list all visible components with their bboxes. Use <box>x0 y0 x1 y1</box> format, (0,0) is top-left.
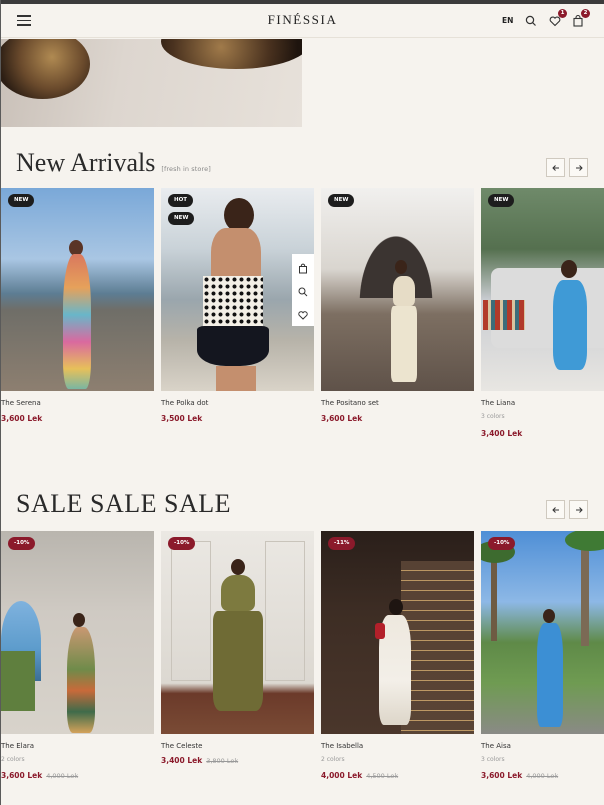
product-tag: HOT <box>168 194 194 207</box>
product-colors: 2 colors <box>1 756 25 763</box>
original-price: 3,800 Lek <box>206 757 239 765</box>
product-name[interactable]: The Liana <box>481 399 515 407</box>
product-tag: NEW <box>488 194 515 207</box>
zoom-icon[interactable] <box>297 283 309 297</box>
quick-actions <box>292 254 314 326</box>
product-card[interactable]: HOT NEW The Polka dot 3,500 Lek <box>161 188 314 423</box>
arrow-left-icon <box>552 507 559 513</box>
wishlist-count-badge: 1 <box>558 9 567 18</box>
sale-heading: SALE SALE SALE <box>16 489 231 518</box>
discount-tag: -10% <box>168 537 196 550</box>
product-tag: NEW <box>328 194 355 207</box>
discount-tag: -10% <box>488 537 516 550</box>
new-arrivals-next-button[interactable] <box>569 158 588 177</box>
product-card[interactable]: NEW The Liana 3 colors 3,400 Lek <box>481 188 604 438</box>
product-name[interactable]: The Positano set <box>321 399 379 407</box>
product-tag: NEW <box>168 212 195 225</box>
language-selector[interactable]: EN <box>502 16 513 25</box>
product-name[interactable]: The Aisa <box>481 742 511 750</box>
sale-next-button[interactable] <box>569 500 588 519</box>
product-price: 3,400 Lek 3,800 Lek <box>161 756 238 765</box>
site-header: FINÉSSIA EN 1 2 <box>1 4 604 38</box>
product-image[interactable]: NEW <box>1 188 154 391</box>
original-price: 4,000 Lek <box>526 772 559 780</box>
product-price: 3,500 Lek <box>161 414 203 423</box>
arrow-right-icon <box>576 165 583 171</box>
product-name[interactable]: The Isabella <box>321 742 363 750</box>
product-price: 3,400 Lek <box>481 429 523 438</box>
sale-prev-button[interactable] <box>546 500 565 519</box>
original-price: 4,500 Lek <box>366 772 399 780</box>
product-card[interactable]: NEW The Serena 3,600 Lek <box>1 188 154 423</box>
product-image[interactable]: -10% <box>161 531 314 734</box>
site-logo[interactable]: FINÉSSIA <box>1 12 604 28</box>
product-image[interactable]: HOT NEW <box>161 188 314 391</box>
product-price: 4,000 Lek 4,500 Lek <box>321 771 398 780</box>
product-image[interactable]: NEW <box>321 188 474 391</box>
product-colors: 3 colors <box>481 756 505 763</box>
product-card[interactable]: -11% The Isabella 2 colors 4,000 Lek 4,50… <box>321 531 474 780</box>
current-price: 4,000 Lek <box>321 771 363 780</box>
product-image[interactable]: -11% <box>321 531 474 734</box>
product-name[interactable]: The Celeste <box>161 742 202 750</box>
search-icon[interactable] <box>524 13 538 27</box>
product-name[interactable]: The Elara <box>1 742 34 750</box>
product-tag: NEW <box>8 194 35 207</box>
product-image[interactable]: NEW <box>481 188 604 391</box>
new-arrivals-subtitle: [fresh in store] <box>161 165 211 173</box>
cart-icon[interactable]: 2 <box>571 9 590 27</box>
product-price: 3,600 Lek 4,000 Lek <box>1 771 78 780</box>
new-arrivals-prev-button[interactable] <box>546 158 565 177</box>
product-name[interactable]: The Serena <box>1 399 41 407</box>
product-card[interactable]: -10% The Aisa 3 colors 3,600 Lek 4,000 Le… <box>481 531 604 780</box>
product-price: 3,600 Lek <box>1 414 43 423</box>
product-card[interactable]: -10% The Elara 2 colors 3,600 Lek 4,000 L… <box>1 531 154 780</box>
product-price: 3,600 Lek 4,000 Lek <box>481 771 558 780</box>
new-arrivals-heading: New Arrivals [fresh in store] <box>16 148 211 178</box>
original-price: 4,000 Lek <box>46 772 79 780</box>
product-colors: 2 colors <box>321 756 345 763</box>
current-price: 3,600 Lek <box>481 771 523 780</box>
current-price: 3,400 Lek <box>161 756 203 765</box>
product-card[interactable]: -10% The Celeste 3,400 Lek 3,800 Lek <box>161 531 314 765</box>
product-image[interactable]: -10% <box>1 531 154 734</box>
hero-banner-image[interactable] <box>1 39 302 127</box>
product-image[interactable]: -10% <box>481 531 604 734</box>
wishlist-icon[interactable]: 1 <box>548 9 567 27</box>
discount-tag: -11% <box>328 537 356 550</box>
current-price: 3,600 Lek <box>1 771 43 780</box>
quick-add-bag-icon[interactable] <box>297 260 309 274</box>
product-colors: 3 colors <box>481 413 505 420</box>
product-name[interactable]: The Polka dot <box>161 399 208 407</box>
add-to-wishlist-icon[interactable] <box>297 306 309 320</box>
cart-count-badge: 2 <box>581 9 590 18</box>
product-card[interactable]: NEW The Positano set 3,600 Lek <box>321 188 474 423</box>
arrow-left-icon <box>552 165 559 171</box>
new-arrivals-title: New Arrivals <box>16 148 156 177</box>
discount-tag: -10% <box>8 537 36 550</box>
product-price: 3,600 Lek <box>321 414 363 423</box>
arrow-right-icon <box>576 507 583 513</box>
